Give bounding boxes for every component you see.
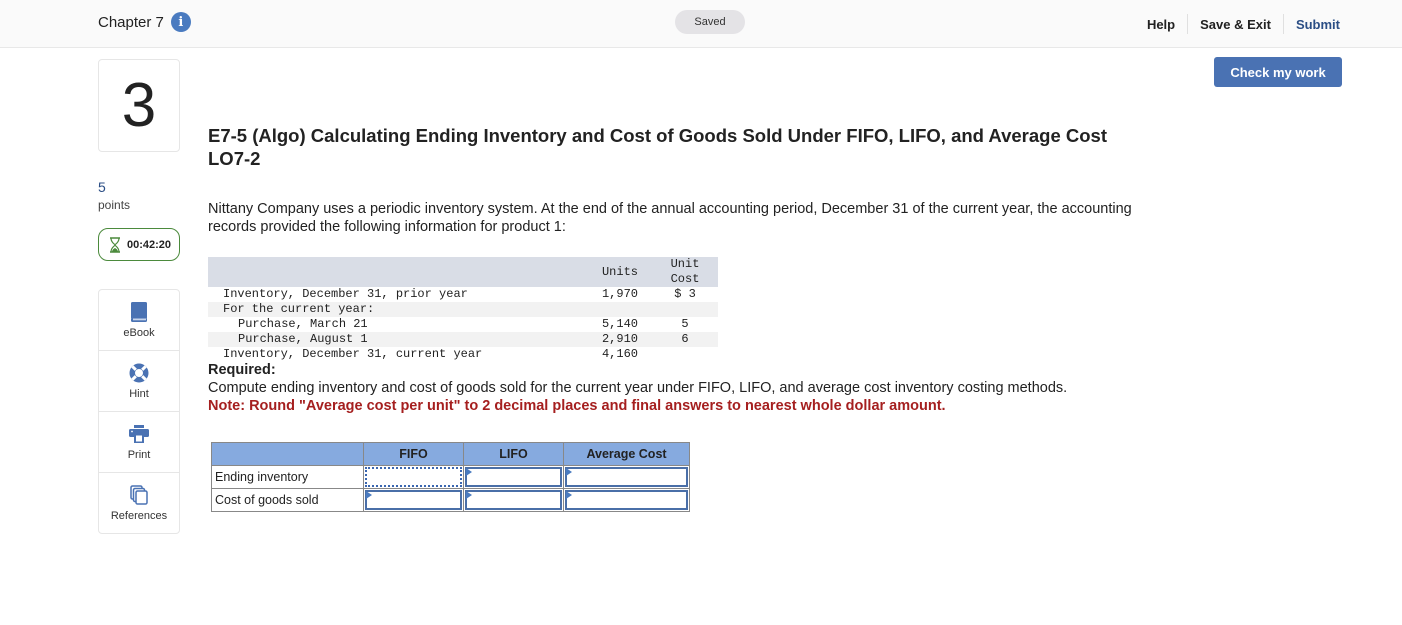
row-label: Inventory, December 31, current year (223, 347, 483, 361)
answer-header-blank (211, 442, 364, 466)
ending-inventory-lifo-input[interactable] (465, 467, 562, 487)
printer-icon (129, 424, 149, 444)
input-flag-icon (566, 468, 572, 476)
row-units: 1,970 (601, 287, 638, 301)
row-cost: $ 3 (674, 287, 696, 301)
table-row: Inventory, December 31, current year 4,1… (208, 347, 718, 362)
row-label: Purchase, March 21 (238, 317, 368, 331)
table-row: Inventory, December 31, prior year 1,970… (208, 287, 718, 302)
documents-icon (129, 485, 149, 505)
question-number: 3 (98, 59, 180, 152)
question-intro: Nittany Company uses a periodic inventor… (208, 201, 1132, 235)
table-header-row: Units Unit Cost (208, 257, 718, 287)
cell-lifo (463, 465, 564, 489)
row-units: 2,910 (578, 332, 652, 347)
tools-panel: eBook Hint Print References (98, 289, 180, 534)
answer-table: FIFO LIFO Average Cost Ending inventory … (211, 442, 690, 512)
ebook-label: eBook (123, 326, 155, 339)
required-text: Compute ending inventory and cost of goo… (208, 380, 1068, 396)
table-row: Purchase, March 21 5,140 5 (208, 317, 718, 332)
check-my-work-button[interactable]: Check my work (1214, 57, 1342, 87)
info-icon[interactable]: i (170, 12, 191, 32)
header-blank (208, 257, 578, 287)
chapter-title: Chapter 7 i (98, 12, 191, 32)
cell-fifo (363, 488, 464, 512)
lifebuoy-icon (129, 363, 149, 383)
points-label: points (98, 198, 131, 212)
row-units (578, 302, 652, 317)
references-label: References (110, 510, 168, 522)
references-button[interactable]: References (99, 473, 179, 534)
help-link[interactable]: Help (1135, 17, 1187, 32)
table-row: Purchase, August 1 2,910 6 (208, 332, 718, 347)
row-units: 5,140 (601, 317, 638, 331)
top-bar: Chapter 7 i Saved Help Save & Exit Submi… (0, 0, 1402, 48)
submit-link[interactable]: Submit (1284, 17, 1340, 32)
row-label: Inventory, December 31, prior year (223, 287, 468, 301)
input-flag-icon (366, 491, 372, 499)
cell-average (563, 465, 690, 489)
hourglass-icon (110, 236, 120, 253)
rounding-note: Note: Round "Average cost per unit" to 2… (208, 398, 946, 414)
save-exit-link[interactable]: Save & Exit (1188, 17, 1283, 32)
cogs-fifo-input[interactable] (365, 490, 462, 510)
inventory-data-table: Units Unit Cost Inventory, December 31, … (208, 257, 718, 362)
cogs-average-input[interactable] (565, 490, 688, 510)
book-icon (129, 301, 149, 322)
answer-row-cogs: Cost of goods sold (211, 488, 690, 512)
header-unit-cost-line2: Cost (670, 272, 700, 286)
cell-lifo (463, 488, 564, 512)
header-unit-cost-line1: Unit (670, 257, 700, 271)
ending-inventory-average-input[interactable] (565, 467, 688, 487)
hint-button[interactable]: Hint (99, 351, 179, 412)
column-average-cost: Average Cost (563, 442, 690, 466)
row-label: Ending inventory (211, 465, 364, 489)
input-flag-icon (466, 468, 472, 476)
timer: 00:42:20 (98, 228, 180, 261)
points-value: 5 (98, 179, 106, 195)
question-title: E7-5 (Algo) Calculating Ending Inventory… (208, 125, 1108, 169)
answer-row-ending-inventory: Ending inventory (211, 465, 690, 489)
row-cost: 6 (652, 332, 718, 347)
cell-average (563, 488, 690, 512)
column-lifo: LIFO (463, 442, 564, 466)
table-row: For the current year: (208, 302, 718, 317)
row-label: Cost of goods sold (211, 488, 364, 512)
row-label: Purchase, August 1 (208, 332, 578, 347)
row-cost (652, 302, 718, 317)
input-flag-icon (566, 491, 572, 499)
header-unit-cost: Unit Cost (652, 257, 718, 287)
chapter-label: Chapter 7 (98, 13, 164, 31)
print-label: Print (127, 448, 151, 461)
header-units: Units (578, 257, 652, 287)
cogs-lifo-input[interactable] (465, 490, 562, 510)
ending-inventory-fifo-input[interactable] (365, 467, 462, 487)
row-units: 4,160 (601, 347, 638, 361)
row-cost: 5 (681, 317, 689, 331)
save-status-badge: Saved (675, 10, 745, 34)
hint-label: Hint (129, 387, 149, 400)
ebook-button[interactable]: eBook (99, 290, 179, 351)
timer-value: 00:42:20 (127, 238, 172, 251)
column-fifo: FIFO (363, 442, 464, 466)
print-button[interactable]: Print (99, 412, 179, 473)
required-heading: Required: (208, 362, 276, 378)
cell-fifo (363, 465, 464, 489)
row-label: For the current year: (208, 302, 578, 317)
input-flag-icon (466, 491, 472, 499)
answer-header-row: FIFO LIFO Average Cost (211, 442, 690, 466)
header-nav: Help Save & Exit Submit (1135, 14, 1340, 34)
row-cost (652, 347, 718, 362)
